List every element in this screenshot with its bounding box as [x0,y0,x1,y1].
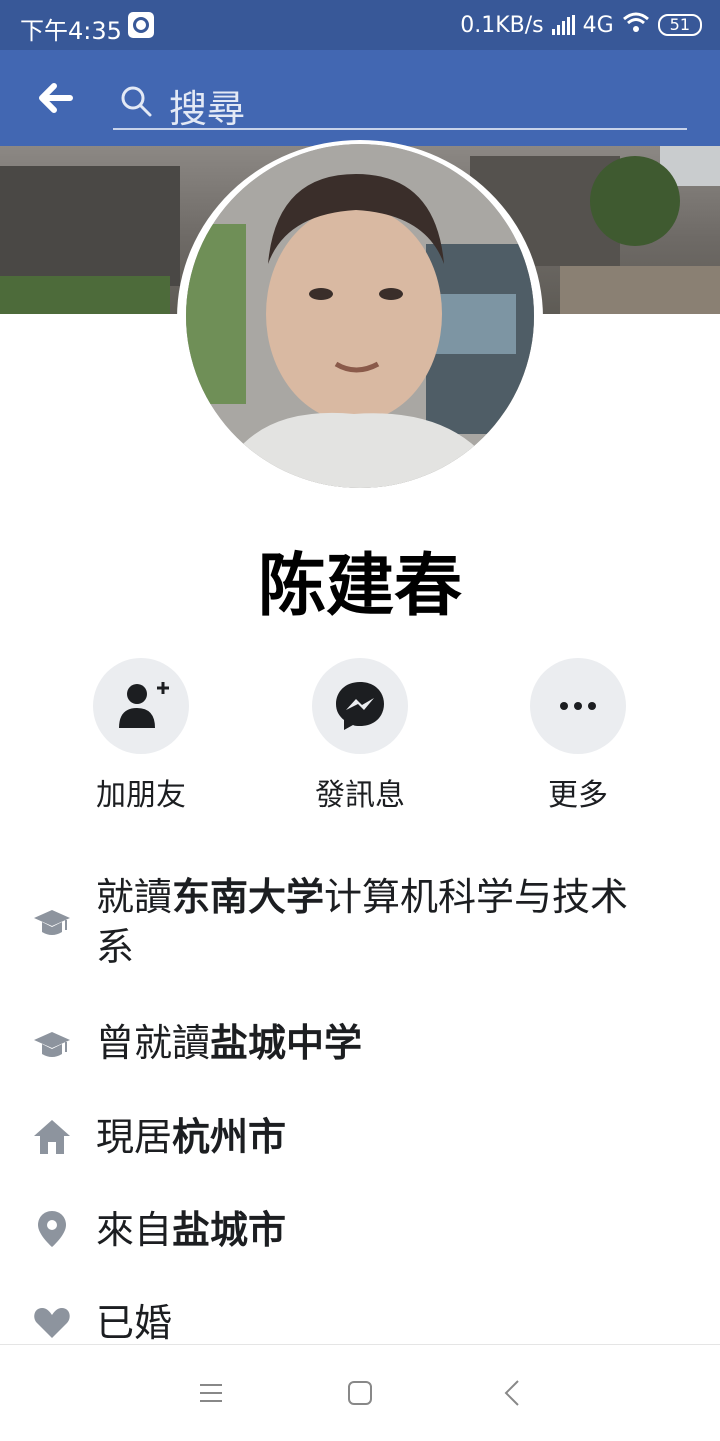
home-button-icon[interactable] [347,1380,373,1406]
add-friend-label: 加朋友 [96,778,186,813]
status-time: 下午4:35 [20,17,122,45]
system-nav-bar [0,1344,720,1441]
education-prefix: 就讀 [96,875,173,919]
signal-icon [551,15,575,35]
graduation-cap-icon [32,902,72,942]
lives-in-city-link[interactable]: 杭州市 [172,1115,286,1159]
home-icon [32,1116,72,1156]
search-input[interactable]: 搜尋 [113,76,687,131]
add-friend-icon [119,682,169,728]
from-city-link[interactable]: 盐城市 [172,1208,286,1252]
past-education-prefix: 曾就讀 [96,1021,211,1065]
lives-in-prefix: 現居 [96,1115,173,1159]
search-icon [119,84,153,118]
wifi-icon [622,11,650,39]
add-friend-button[interactable]: 加朋友 [71,658,211,814]
profile-picture-frame [177,140,543,496]
location-pin-icon [32,1209,72,1249]
status-right: 0.1KB/s 4G 51 [460,11,702,39]
more-icon [560,702,596,710]
net-speed: 0.1KB/s [460,12,544,38]
past-education-school-link[interactable]: 盐城中学 [210,1021,362,1065]
education-school-link[interactable]: 东南大学 [172,875,324,919]
more-label: 更多 [548,778,608,813]
search-placeholder: 搜尋 [169,87,246,131]
status-bar: 下午4:35 0.1KB/s 4G 51 [0,0,720,50]
from-prefix: 來自 [96,1208,173,1252]
screen-record-icon [128,12,154,38]
messenger-icon [336,682,384,730]
battery-indicator: 51 [657,14,702,36]
heart-icon [32,1302,72,1342]
profile-name: 陈建春 [257,547,462,626]
back-button-icon[interactable] [500,1379,524,1407]
send-message-label: 發訊息 [315,778,405,813]
back-arrow-icon[interactable] [36,80,76,116]
menu-icon[interactable] [198,1381,224,1405]
more-button[interactable]: 更多 [508,658,648,814]
relationship-status: 已婚 [96,1301,173,1345]
send-message-button[interactable]: 發訊息 [290,658,430,814]
top-bar: 搜尋 [0,50,720,146]
graduation-cap-icon [32,1024,72,1064]
profile-picture[interactable] [186,144,534,488]
network-type: 4G [582,12,614,38]
